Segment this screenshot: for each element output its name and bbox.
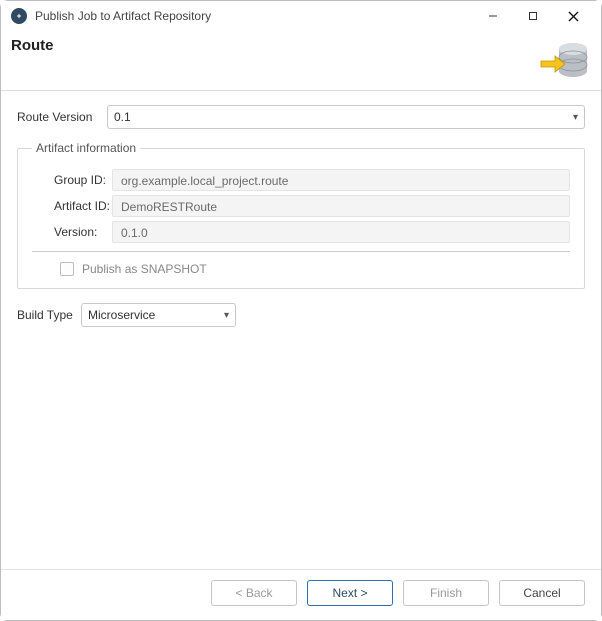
wizard-footer: < Back Next > Finish Cancel (1, 569, 601, 620)
wizard-content: Route Version 0.1 ▾ Artifact information… (1, 91, 601, 569)
database-arrow-icon (539, 35, 591, 90)
artifact-id-label: Artifact ID: (32, 199, 112, 213)
build-type-value: Microservice (88, 308, 224, 322)
wizard-header: Route (1, 31, 601, 91)
page-title: Route (11, 37, 585, 54)
chevron-down-icon: ▾ (573, 112, 578, 123)
group-id-label: Group ID: (32, 173, 112, 187)
build-type-select[interactable]: Microservice ▾ (81, 303, 236, 327)
maximize-button[interactable] (513, 2, 553, 30)
route-version-label: Route Version (17, 110, 107, 124)
artifact-information-legend: Artifact information (32, 141, 140, 155)
window-title: Publish Job to Artifact Repository (35, 9, 211, 23)
back-button[interactable]: < Back (211, 580, 297, 606)
route-version-value: 0.1 (114, 110, 573, 124)
divider (32, 251, 570, 252)
cancel-button[interactable]: Cancel (499, 580, 585, 606)
artifact-id-field: DemoRESTRoute (112, 195, 570, 217)
chevron-down-icon: ▾ (224, 310, 229, 321)
version-label: Version: (32, 225, 112, 239)
minimize-button[interactable] (473, 2, 513, 30)
titlebar: Publish Job to Artifact Repository (1, 1, 601, 31)
publish-snapshot-label: Publish as SNAPSHOT (82, 262, 207, 276)
group-id-field: org.example.local_project.route (112, 169, 570, 191)
build-type-label: Build Type (17, 308, 81, 322)
finish-button[interactable]: Finish (403, 580, 489, 606)
next-button[interactable]: Next > (307, 580, 393, 606)
close-button[interactable] (553, 2, 593, 30)
app-icon (11, 8, 27, 24)
route-version-select[interactable]: 0.1 ▾ (107, 105, 585, 129)
artifact-information-group: Artifact information Group ID: org.examp… (17, 141, 585, 289)
publish-snapshot-checkbox[interactable] (60, 262, 74, 276)
version-field: 0.1.0 (112, 221, 570, 243)
